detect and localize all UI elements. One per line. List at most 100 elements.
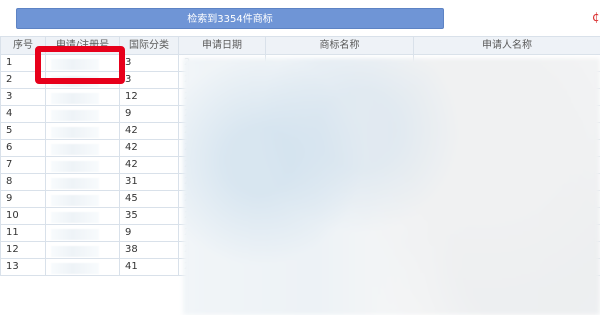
application-date-cell: 2	[178, 207, 266, 225]
blurred-registration-number	[51, 76, 99, 87]
applicant-name-cell[interactable]	[413, 105, 600, 123]
registration-number-cell[interactable]	[45, 190, 120, 208]
international-class-cell: 35	[119, 207, 179, 225]
international-class-cell: 45	[119, 190, 179, 208]
search-results-count-button[interactable]: 检索到3354件商标	[16, 8, 444, 29]
international-class-cell: 12	[119, 88, 179, 106]
registration-number-cell[interactable]	[45, 241, 120, 259]
application-date-cell: 2	[178, 258, 266, 276]
table-row[interactable]: 12 38 2	[0, 241, 600, 259]
trademark-name-cell[interactable]	[265, 190, 414, 208]
applicant-name-cell[interactable]	[413, 71, 600, 89]
international-class-cell: 42	[119, 156, 179, 174]
trademark-name-cell[interactable]	[265, 105, 414, 123]
trademark-name-cell[interactable]	[265, 207, 414, 225]
table-row[interactable]: 5 42 2	[0, 122, 600, 140]
trademark-name-cell[interactable]	[265, 241, 414, 259]
header-applicant-name[interactable]: 申请人名称	[413, 36, 600, 55]
registration-number-cell[interactable]	[45, 122, 120, 140]
trademark-name-cell[interactable]	[265, 122, 414, 140]
application-date-cell: 2	[178, 241, 266, 259]
registration-number-cell[interactable]	[45, 105, 120, 123]
registration-number-cell[interactable]	[45, 207, 120, 225]
header-seq[interactable]: 序号	[0, 36, 46, 55]
row-seq: 4	[0, 105, 46, 123]
trademark-name-cell[interactable]	[265, 224, 414, 242]
applicant-name-cell[interactable]	[413, 241, 600, 259]
table-row[interactable]: 9 45 2	[0, 190, 600, 208]
applicant-name-cell[interactable]	[413, 190, 600, 208]
registration-number-cell[interactable]	[45, 173, 120, 191]
row-seq: 3	[0, 88, 46, 106]
table-row[interactable]: 7 42 2	[0, 156, 600, 174]
results-table-header: 序号 申请/注册号 国际分类 申请日期 商标名称 申请人名称	[0, 36, 600, 55]
international-class-cell: 38	[119, 241, 179, 259]
row-seq: 2	[0, 71, 46, 89]
applicant-name-cell[interactable]	[413, 258, 600, 276]
applicant-name-cell[interactable]	[413, 54, 600, 72]
application-date-cell: 2	[178, 71, 266, 89]
table-row[interactable]: 10 35 2	[0, 207, 600, 225]
blurred-registration-number	[51, 110, 99, 121]
application-date-cell: 2	[178, 54, 266, 72]
applicant-name-cell[interactable]	[413, 88, 600, 106]
table-row[interactable]: 11 9 2	[0, 224, 600, 242]
trademark-name-cell[interactable]	[265, 173, 414, 191]
application-date-cell: 2	[178, 139, 266, 157]
results-table-body: 1 3 2 2 3 2 3 12 2 4 9 2 5 42 2 6 42 2 7…	[0, 54, 600, 276]
applicant-name-cell[interactable]	[413, 156, 600, 174]
row-seq: 13	[0, 258, 46, 276]
blurred-registration-number	[51, 212, 99, 223]
row-seq: 8	[0, 173, 46, 191]
registration-number-cell[interactable]	[45, 88, 120, 106]
blurred-registration-number	[51, 127, 99, 138]
registration-number-cell[interactable]	[45, 224, 120, 242]
registration-number-cell[interactable]	[45, 54, 120, 72]
row-seq: 12	[0, 241, 46, 259]
blurred-registration-number	[51, 246, 99, 257]
application-date-cell: 2	[178, 88, 266, 106]
international-class-cell: 9	[119, 105, 179, 123]
international-class-cell: 9	[119, 224, 179, 242]
applicant-name-cell[interactable]	[413, 173, 600, 191]
table-row[interactable]: 8 31 2	[0, 173, 600, 191]
trademark-name-cell[interactable]	[265, 88, 414, 106]
header-trademark-name[interactable]: 商标名称	[265, 36, 414, 55]
trademark-name-cell[interactable]	[265, 156, 414, 174]
row-seq: 11	[0, 224, 46, 242]
header-international-class[interactable]: 国际分类	[119, 36, 179, 55]
table-row[interactable]: 1 3 2	[0, 54, 600, 72]
registration-number-cell[interactable]	[45, 258, 120, 276]
international-class-cell: 3	[119, 71, 179, 89]
results-table: 序号 申请/注册号 国际分类 申请日期 商标名称 申请人名称 1 3 2 2 3…	[0, 36, 600, 276]
table-row[interactable]: 3 12 2	[0, 88, 600, 106]
blurred-registration-number	[51, 93, 99, 104]
results-toolbar: 检索到3354件商标 ¢	[0, 0, 600, 36]
trademark-name-cell[interactable]	[265, 54, 414, 72]
applicant-name-cell[interactable]	[413, 139, 600, 157]
applicant-name-cell[interactable]	[413, 122, 600, 140]
registration-number-cell[interactable]	[45, 156, 120, 174]
registration-number-cell[interactable]	[45, 71, 120, 89]
application-date-cell: 2	[178, 190, 266, 208]
table-row[interactable]: 2 3 2	[0, 71, 600, 89]
row-seq: 10	[0, 207, 46, 225]
table-row[interactable]: 4 9 2	[0, 105, 600, 123]
header-registration-number[interactable]: 申请/注册号	[45, 36, 120, 55]
blurred-registration-number	[51, 144, 99, 155]
row-seq: 1	[0, 54, 46, 72]
row-seq: 9	[0, 190, 46, 208]
header-application-date[interactable]: 申请日期	[178, 36, 266, 55]
international-class-cell: 3	[119, 54, 179, 72]
blurred-registration-number	[51, 195, 99, 206]
blurred-registration-number	[51, 263, 99, 274]
international-class-cell: 41	[119, 258, 179, 276]
trademark-name-cell[interactable]	[265, 258, 414, 276]
table-row[interactable]: 13 41 2	[0, 258, 600, 276]
table-row[interactable]: 6 42 2	[0, 139, 600, 157]
trademark-name-cell[interactable]	[265, 139, 414, 157]
registration-number-cell[interactable]	[45, 139, 120, 157]
applicant-name-cell[interactable]	[413, 207, 600, 225]
trademark-name-cell[interactable]	[265, 71, 414, 89]
applicant-name-cell[interactable]	[413, 224, 600, 242]
